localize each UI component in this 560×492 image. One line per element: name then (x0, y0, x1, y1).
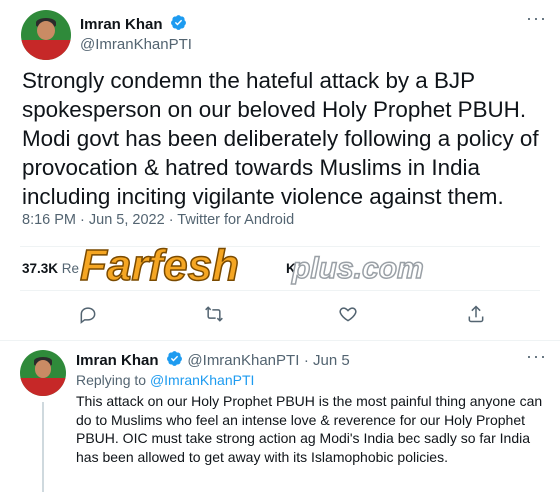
replying-prefix: Replying to (76, 372, 147, 388)
reply-date[interactable]: · Jun 5 (304, 352, 350, 369)
reply-author-name[interactable]: Imran Khan (76, 352, 159, 369)
like-icon[interactable] (334, 300, 362, 328)
reply-author-handle[interactable]: @ImranKhanPTI (187, 352, 299, 369)
retweets-count[interactable]: 37.3K (22, 261, 58, 276)
tweet-text: Strongly condemn the hateful attack by a… (22, 68, 539, 209)
reply-author-avatar[interactable] (20, 350, 66, 396)
farfesh-watermark: Farfesh plus.com (78, 236, 478, 296)
replying-to: Replying to @ImranKhanPTI (76, 372, 254, 388)
more-options-icon[interactable]: ··· (526, 8, 547, 29)
retweet-icon[interactable] (200, 300, 228, 328)
divider-bottom (20, 290, 540, 291)
tweet-timestamp[interactable]: 8:16 PM · Jun 5, 2022 · Twitter for Andr… (22, 212, 294, 228)
more-options-icon[interactable]: ··· (526, 346, 547, 367)
watermark-suffix: plus.com (291, 252, 424, 285)
thread-line (42, 402, 44, 492)
author-name-row: Imran Khan (80, 14, 187, 36)
retweets-label[interactable]: Re (62, 261, 79, 276)
verified-badge-icon (166, 350, 183, 372)
author-name[interactable]: Imran Khan (80, 16, 163, 33)
engagement-stats: 37.3K Re K (22, 261, 296, 276)
watermark-main: Farfesh (80, 241, 239, 290)
reply-header: Imran Khan @ImranKhanPTI · Jun 5 (76, 350, 350, 372)
verified-badge-icon (170, 14, 187, 36)
replying-handle-link[interactable]: @ImranKhanPTI (150, 372, 254, 388)
tweet-actions (0, 300, 560, 332)
author-handle[interactable]: @ImranKhanPTI (80, 36, 192, 53)
divider-top (20, 246, 540, 247)
reply-icon[interactable] (74, 300, 102, 328)
divider-thread (0, 340, 560, 341)
author-avatar[interactable] (21, 10, 71, 60)
share-icon[interactable] (462, 300, 490, 328)
reply-tweet[interactable]: Imran Khan @ImranKhanPTI · Jun 5 ··· Rep… (0, 342, 560, 492)
partial-stat-label: K (286, 261, 296, 276)
reply-text: This attack on our Holy Prophet PBUH is … (76, 393, 543, 465)
